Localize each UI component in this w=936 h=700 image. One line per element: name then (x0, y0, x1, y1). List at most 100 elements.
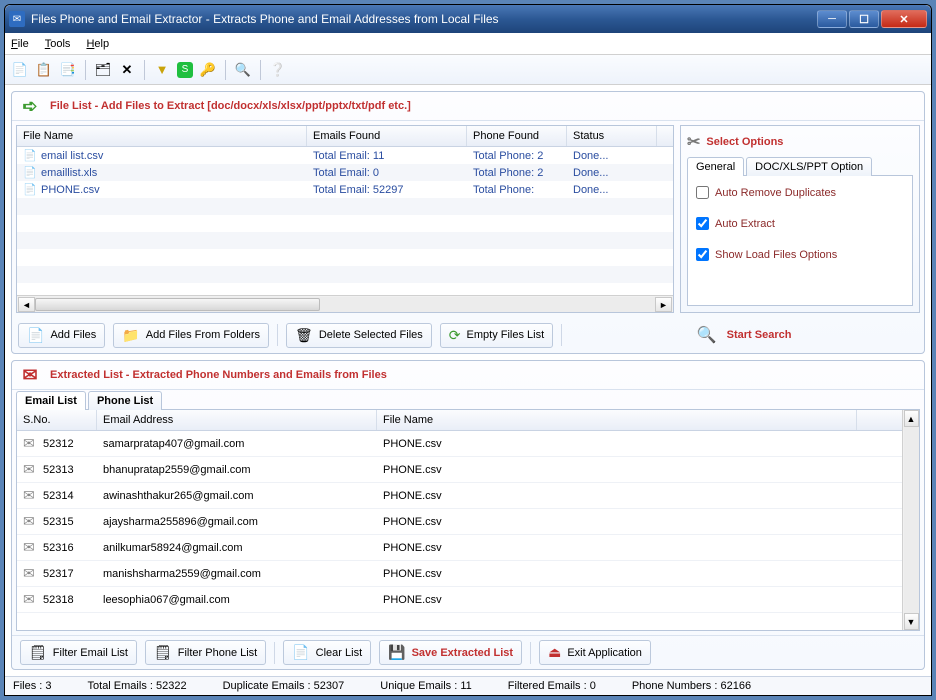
search-icon: 🔍 (697, 325, 717, 345)
col-sno[interactable]: S.No. (17, 410, 97, 430)
status-duplicate-emails: Duplicate Emails : 52307 (223, 680, 345, 692)
file-row[interactable]: 📄email list.csvTotal Email: 11Total Phon… (17, 147, 673, 164)
tools-icon: ✂ (687, 132, 700, 152)
toolbar-list-icon[interactable]: 🗂 (94, 61, 112, 79)
menu-help[interactable]: Help (86, 38, 109, 50)
tab-doc-xls-ppt[interactable]: DOC/XLS/PPT Option (746, 157, 872, 176)
toolbar-help-icon[interactable]: ❔ (269, 61, 287, 79)
save-icon: 💾 (388, 644, 405, 661)
checkbox-auto-extract[interactable]: Auto Extract (696, 217, 904, 230)
clear-list-button[interactable]: 📄Clear List (283, 640, 371, 665)
chk-auto-extract[interactable] (696, 217, 709, 230)
add-files-from-folders-button[interactable]: 📁Add Files From Folders (113, 323, 269, 348)
status-files: Files : 3 (13, 680, 52, 692)
file-row-empty (17, 215, 673, 232)
toolbar-skype-icon[interactable]: S (177, 62, 193, 78)
horizontal-scrollbar[interactable]: ◄ ► (17, 295, 673, 312)
toolbar-filter-icon[interactable]: ▼ (153, 61, 171, 79)
envelope-icon: ✉ (17, 539, 37, 556)
exit-button[interactable]: ⏏Exit Application (539, 640, 651, 665)
envelope-icon: ✉ (17, 565, 37, 582)
titlebar[interactable]: ✉ Files Phone and Email Extractor - Extr… (5, 5, 931, 33)
filter-email-button[interactable]: 🗒Filter Email List (20, 640, 137, 665)
checkbox-auto-remove-duplicates[interactable]: Auto Remove Duplicates (696, 186, 904, 199)
toolbar-new-icon[interactable]: 📄 (11, 61, 29, 79)
options-header: Select Options (706, 136, 783, 148)
add-files-button[interactable]: 📄Add Files (18, 323, 105, 348)
extracted-row[interactable]: ✉52318leesophia067@gmail.comPHONE.csv (17, 587, 902, 613)
file-row-empty (17, 249, 673, 266)
scroll-right-icon[interactable]: ► (655, 297, 672, 312)
extracted-header: Extracted List - Extracted Phone Numbers… (50, 369, 387, 381)
delete-selected-button[interactable]: 🗑Delete Selected Files (286, 323, 432, 348)
chk-show-load[interactable] (696, 248, 709, 261)
file-icon: 📄 (23, 166, 37, 180)
extracted-row[interactable]: ✉52312samarpratap407@gmail.comPHONE.csv (17, 431, 902, 457)
empty-list-button[interactable]: ⟳Empty Files List (440, 323, 553, 348)
empty-icon: ⟳ (449, 327, 461, 344)
file-list-panel: ➪ File List - Add Files to Extract [doc/… (11, 91, 925, 354)
file-row[interactable]: 📄emaillist.xlsTotal Email: 0Total Phone:… (17, 164, 673, 181)
status-bar: Files : 3 Total Emails : 52322 Duplicate… (5, 676, 931, 695)
close-button[interactable]: ✕ (881, 10, 927, 28)
envelope-icon: ✉ (17, 487, 37, 504)
scroll-left-icon[interactable]: ◄ (18, 297, 35, 312)
col-file[interactable]: File Name (377, 410, 857, 430)
file-list-columns: File Name Emails Found Phone Found Statu… (17, 126, 673, 147)
separator (225, 60, 226, 80)
scroll-down-icon[interactable]: ▼ (904, 613, 919, 630)
tab-email-list[interactable]: Email List (16, 391, 86, 410)
start-search-button[interactable]: 🔍Start Search (570, 321, 918, 349)
status-phone-numbers: Phone Numbers : 62166 (632, 680, 751, 692)
extracted-row[interactable]: ✉52317manishsharma2559@gmail.comPHONE.cs… (17, 561, 902, 587)
toolbar-paste-icon[interactable]: 📑 (59, 61, 77, 79)
file-list-table[interactable]: File Name Emails Found Phone Found Statu… (16, 125, 674, 313)
filter-icon: 🗒 (154, 644, 172, 661)
extracted-row[interactable]: ✉52313bhanupratap2559@gmail.comPHONE.csv (17, 457, 902, 483)
separator (260, 60, 261, 80)
menu-tools[interactable]: Tools (45, 38, 71, 50)
save-extracted-button[interactable]: 💾Save Extracted List (379, 640, 522, 665)
separator (277, 324, 278, 346)
delete-icon: 🗑 (295, 327, 313, 344)
envelope-icon: ✉ (17, 513, 37, 530)
file-row[interactable]: 📄PHONE.csvTotal Email: 52297Total Phone:… (17, 181, 673, 198)
toolbar-search-icon[interactable]: 🔍 (234, 61, 252, 79)
envelope-icon: ✉ (17, 435, 37, 452)
toolbar: 📄 📋 📑 🗂 ✕ ▼ S 🔑 🔍 ❔ (5, 55, 931, 85)
scroll-up-icon[interactable]: ▲ (904, 410, 919, 427)
separator (274, 642, 275, 664)
checkbox-show-load-files[interactable]: Show Load Files Options (696, 248, 904, 261)
file-list-header: File List - Add Files to Extract [doc/do… (50, 100, 411, 112)
add-file-icon: 📄 (27, 327, 44, 344)
window-title: Files Phone and Email Extractor - Extrac… (31, 12, 817, 26)
envelope-icon: ✉ (17, 591, 37, 608)
arrow-down-icon: ➪ (18, 96, 42, 116)
col-status[interactable]: Status (567, 126, 657, 146)
extracted-row[interactable]: ✉52315ajaysharma255896@gmail.comPHONE.cs… (17, 509, 902, 535)
vertical-scrollbar[interactable]: ▲ ▼ (902, 410, 919, 630)
maximize-button[interactable]: ☐ (849, 10, 879, 28)
tab-general[interactable]: General (687, 157, 744, 176)
filter-icon: 🗒 (29, 644, 47, 661)
file-row-empty (17, 232, 673, 249)
chk-auto-remove[interactable] (696, 186, 709, 199)
clear-icon: 📄 (292, 644, 309, 661)
tab-phone-list[interactable]: Phone List (88, 391, 162, 410)
col-emails-found[interactable]: Emails Found (307, 126, 467, 146)
toolbar-copy-icon[interactable]: 📋 (35, 61, 53, 79)
filter-phone-button[interactable]: 🗒Filter Phone List (145, 640, 266, 665)
scroll-thumb[interactable] (35, 298, 320, 311)
extracted-row[interactable]: ✉52314awinashthakur265@gmail.comPHONE.cs… (17, 483, 902, 509)
minimize-button[interactable]: ─ (817, 10, 847, 28)
toolbar-delete-icon[interactable]: ✕ (118, 61, 136, 79)
menu-file[interactable]: File (11, 38, 29, 50)
exit-icon: ⏏ (548, 644, 561, 661)
app-window: ✉ Files Phone and Email Extractor - Extr… (4, 4, 932, 696)
extracted-row[interactable]: ✉52316anilkumar58924@gmail.comPHONE.csv (17, 535, 902, 561)
envelope-icon: ✉ (17, 461, 37, 478)
col-phone-found[interactable]: Phone Found (467, 126, 567, 146)
col-email[interactable]: Email Address (97, 410, 377, 430)
col-filename[interactable]: File Name (17, 126, 307, 146)
toolbar-key-icon[interactable]: 🔑 (199, 61, 217, 79)
